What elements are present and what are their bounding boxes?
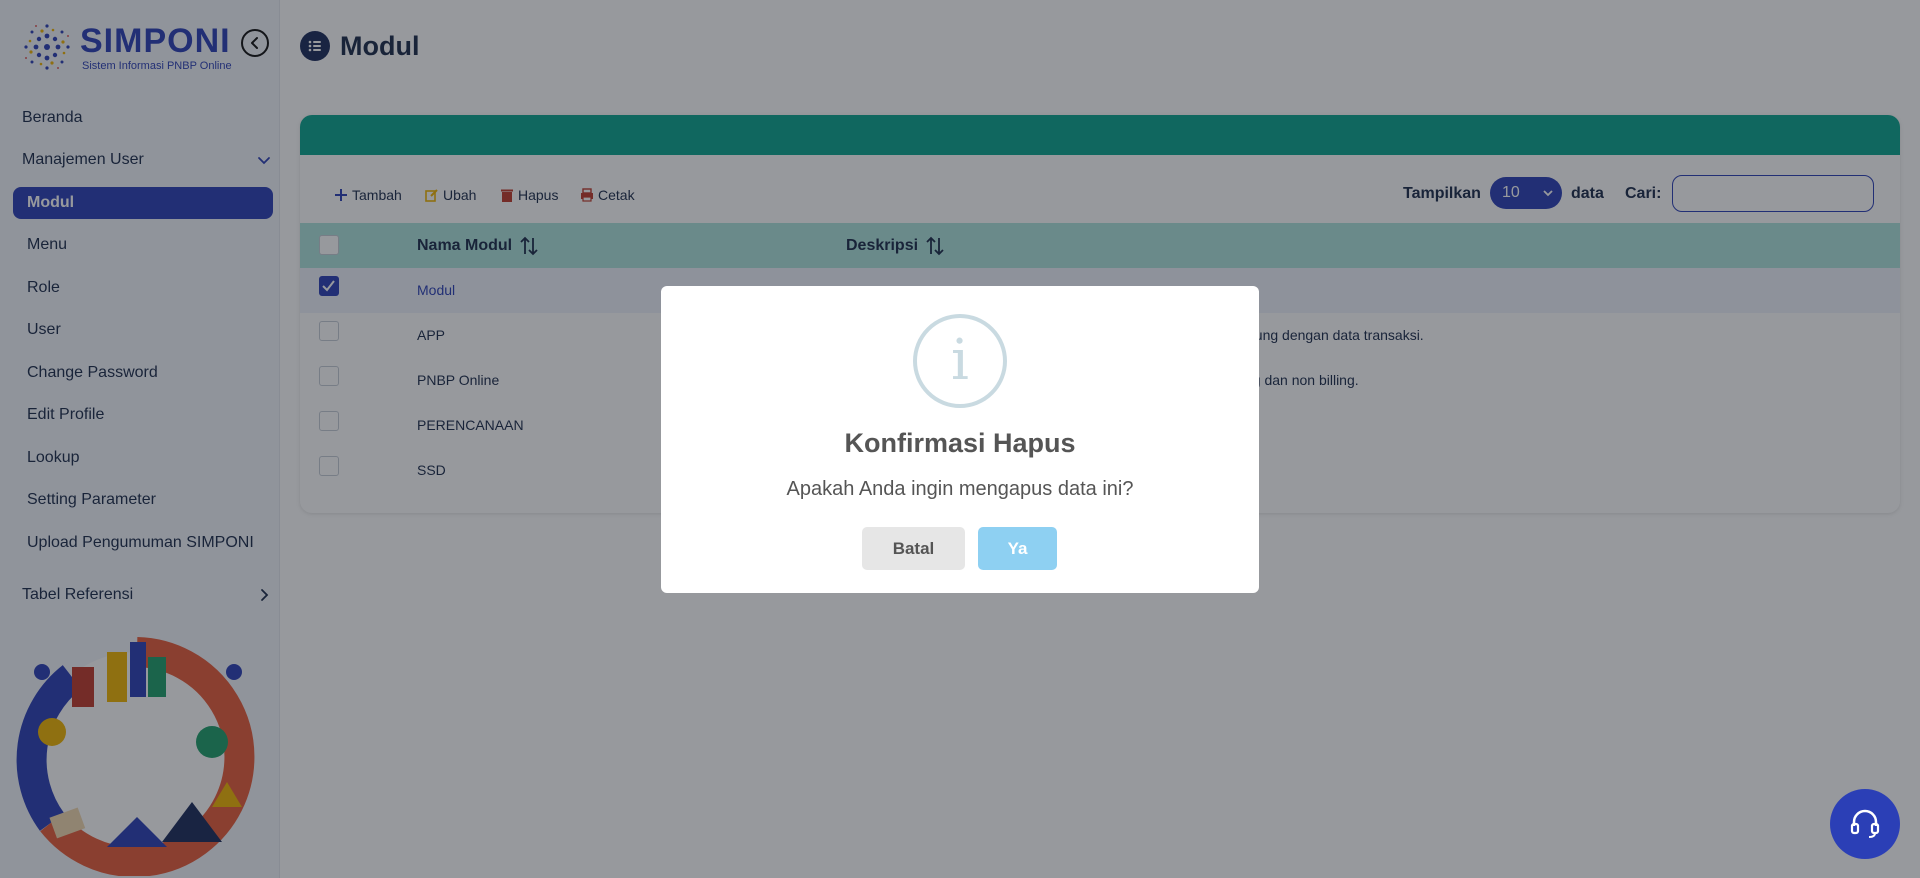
confirm-button[interactable]: Ya — [978, 527, 1057, 570]
headset-icon — [1850, 809, 1880, 838]
info-icon: i — [913, 314, 1007, 408]
confirm-delete-dialog: i Konfirmasi Hapus Apakah Anda ingin men… — [661, 286, 1259, 593]
dialog-message: Apakah Anda ingin mengapus data ini? — [786, 478, 1134, 500]
dialog-title: Konfirmasi Hapus — [844, 428, 1076, 458]
help-button[interactable] — [1830, 789, 1900, 859]
cancel-button[interactable]: Batal — [862, 527, 965, 570]
